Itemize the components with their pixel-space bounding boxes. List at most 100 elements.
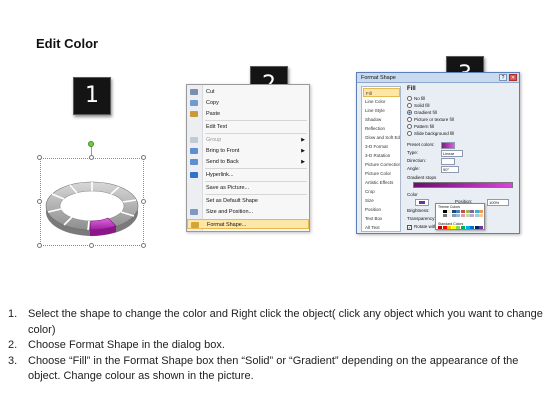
color-swatch[interactable] <box>451 226 456 229</box>
menu-item-save-as-picture[interactable]: Save as Picture... <box>187 183 309 193</box>
menu-item-paste[interactable]: Paste <box>187 109 309 119</box>
radio-circle <box>407 124 412 129</box>
color-swatch[interactable] <box>456 213 461 217</box>
color-swatch[interactable] <box>465 226 470 229</box>
color-swatch[interactable] <box>479 213 484 217</box>
category-3d-format[interactable]: 3-D Format <box>363 142 400 151</box>
direction-dropdown[interactable] <box>441 158 455 165</box>
category-text-box[interactable]: Text Box <box>363 214 400 223</box>
radio-circle-selected <box>407 110 412 115</box>
gradient-stops-bar[interactable] <box>413 182 513 188</box>
color-swatch[interactable] <box>447 226 452 229</box>
rotation-handle[interactable] <box>88 141 94 147</box>
dialog-titlebar: Format Shape ? ✕ <box>357 73 519 83</box>
submenu-arrow-icon: ▶ <box>301 148 305 154</box>
color-swatch[interactable] <box>447 210 452 213</box>
color-swatch[interactable] <box>474 226 479 229</box>
menu-item-size-and-position[interactable]: Size and Position... <box>187 207 309 217</box>
color-swatch[interactable] <box>460 210 465 213</box>
category-artistic-effects[interactable]: Artistic Effects <box>363 178 400 187</box>
color-swatch[interactable] <box>474 213 479 217</box>
format-shape-icon <box>191 222 199 228</box>
color-swatch[interactable] <box>456 210 461 213</box>
copy-icon <box>190 100 198 106</box>
category-size[interactable]: Size <box>363 196 400 205</box>
color-swatch[interactable] <box>465 210 470 213</box>
menu-item-copy[interactable]: Copy <box>187 98 309 108</box>
step-1-badge: 1 <box>73 77 111 115</box>
category-crop[interactable]: Crop <box>363 187 400 196</box>
color-swatch[interactable] <box>474 210 479 213</box>
format-shape-dialog: Format Shape ? ✕ Fill Line Color Line St… <box>356 72 520 234</box>
preset-colors-label: Preset colors: <box>407 142 435 147</box>
menu-separator <box>205 168 307 169</box>
instruction-number: 2. <box>8 339 18 352</box>
category-glow[interactable]: Glow and Soft Edges <box>363 133 400 142</box>
color-swatch[interactable] <box>460 213 465 217</box>
close-icon[interactable]: ✕ <box>509 74 517 81</box>
category-line-color[interactable]: Line Color <box>363 97 400 106</box>
bring-front-icon <box>190 148 198 154</box>
color-swatch[interactable] <box>447 213 452 217</box>
color-swatch[interactable] <box>442 210 447 213</box>
checkbox-icon: ✓ <box>407 225 412 230</box>
menu-separator <box>205 133 307 134</box>
color-swatch[interactable] <box>460 226 465 229</box>
color-swatch[interactable] <box>442 213 447 217</box>
menu-item-bring-to-front[interactable]: Bring to Front ▶ <box>187 146 309 156</box>
menu-item-group[interactable]: Group ▶ <box>187 135 309 145</box>
color-swatch[interactable] <box>442 226 447 229</box>
menu-separator <box>205 181 307 182</box>
submenu-arrow-icon: ▶ <box>301 137 305 143</box>
color-swatch[interactable] <box>438 213 442 217</box>
instruction-number: 3. <box>8 354 18 367</box>
color-swatch[interactable] <box>451 213 456 217</box>
category-reflection[interactable]: Reflection <box>363 124 400 133</box>
menu-item-send-to-back[interactable]: Send to Back ▶ <box>187 157 309 167</box>
theme-colors-label: Theme Colors <box>438 205 460 209</box>
category-picture-color[interactable]: Picture Color <box>363 169 400 178</box>
category-alt-text[interactable]: Alt Text <box>363 223 400 232</box>
color-swatch[interactable] <box>451 210 456 213</box>
submenu-arrow-icon: ▶ <box>301 159 305 165</box>
dialog-category-list: Fill Line Color Line Style Shadow Reflec… <box>361 86 401 232</box>
color-swatch[interactable] <box>456 226 461 229</box>
category-fill[interactable]: Fill <box>363 88 400 97</box>
preset-colors-dropdown[interactable] <box>441 142 455 149</box>
type-dropdown[interactable]: Linear <box>441 150 463 157</box>
angle-label: Angle: <box>407 166 420 171</box>
position-input[interactable]: 100% <box>487 199 509 206</box>
color-swatch[interactable] <box>470 226 475 229</box>
color-swatch[interactable] <box>465 213 470 217</box>
color-swatch[interactable] <box>479 210 484 213</box>
category-position[interactable]: Position <box>363 205 400 214</box>
category-shadow[interactable]: Shadow <box>363 115 400 124</box>
menu-item-edit-text[interactable]: Edit Text <box>187 122 309 132</box>
color-swatch[interactable] <box>479 226 484 229</box>
color-swatch[interactable] <box>438 210 442 213</box>
instructions-list: 1. Select the shape to change the color … <box>8 307 552 385</box>
context-menu: Cut Copy Paste Edit Text Group ▶ Bring t… <box>186 84 310 232</box>
category-picture-corrections[interactable]: Picture Corrections <box>363 160 400 169</box>
color-swatch[interactable] <box>470 213 475 217</box>
ring-shape-selection[interactable] <box>37 141 146 248</box>
menu-item-format-shape[interactable]: Format Shape... <box>187 219 309 229</box>
pane-title: Fill <box>407 86 416 92</box>
help-icon[interactable]: ? <box>499 74 507 81</box>
menu-item-set-default-shape[interactable]: Set as Default Shape <box>187 196 309 206</box>
angle-input[interactable]: 90° <box>441 166 459 173</box>
segmented-ring-graphic[interactable] <box>40 158 144 246</box>
menu-item-hyperlink[interactable]: Hyperlink... <box>187 170 309 180</box>
theme-color-grid <box>438 210 484 217</box>
category-3d-rotation[interactable]: 3-D Rotation <box>363 151 400 160</box>
radio-slide-background-fill[interactable]: Slide background fill <box>407 130 454 138</box>
color-swatch[interactable] <box>470 210 475 213</box>
radio-circle <box>407 96 412 101</box>
category-line-style[interactable]: Line Style <box>363 106 400 115</box>
color-picker-button[interactable] <box>415 199 429 206</box>
color-label: Color <box>407 192 418 197</box>
menu-item-cut[interactable]: Cut <box>187 87 309 97</box>
color-swatch[interactable] <box>438 226 442 229</box>
instruction-text: Select the shape to change the color and… <box>28 308 543 336</box>
instruction-text: Choose “Fill” in the Format Shape box th… <box>28 354 519 383</box>
